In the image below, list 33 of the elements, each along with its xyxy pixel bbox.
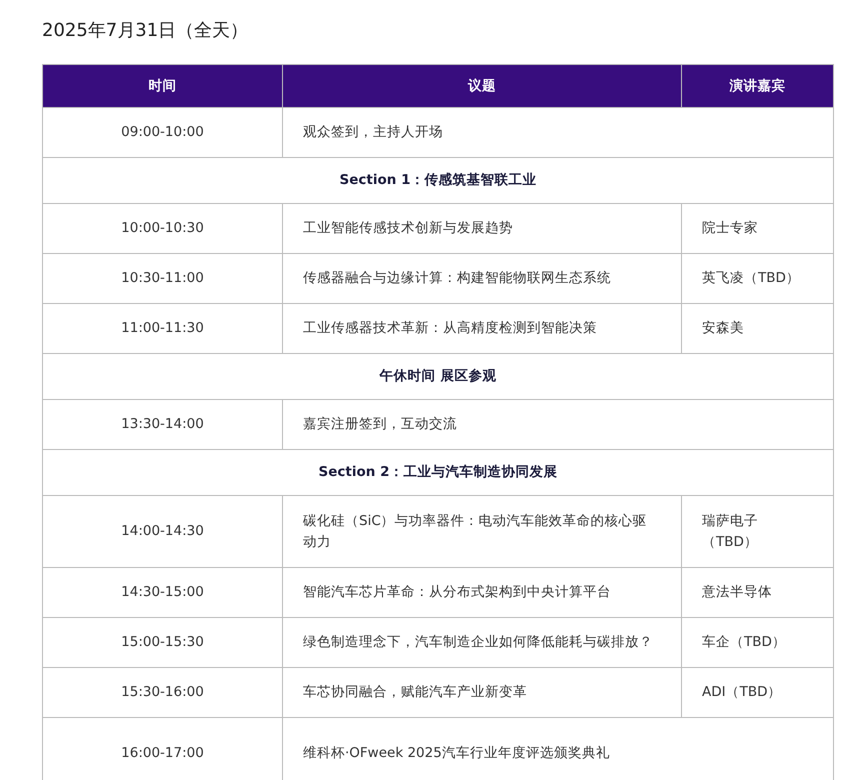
topic-cell: 碳化硅（SiC）与功率器件：电动汽车能效革命的核心驱动力 bbox=[282, 496, 682, 568]
time-cell: 13:30-14:00 bbox=[42, 400, 282, 450]
time-cell: 09:00-10:00 bbox=[42, 108, 282, 158]
topic-cell: 绿色制造理念下，汽车制造企业如何降低能耗与碳排放？ bbox=[282, 618, 682, 668]
time-cell: 10:30-11:00 bbox=[42, 254, 282, 304]
column-header: 演讲嘉宾 bbox=[682, 64, 834, 108]
time-cell: 14:00-14:30 bbox=[42, 496, 282, 568]
time-cell: 15:30-16:00 bbox=[42, 668, 282, 718]
speaker-cell: ADI（TBD） bbox=[682, 668, 834, 718]
column-header: 议题 bbox=[282, 64, 682, 108]
section-header: Section 2：工业与汽车制造协同发展 bbox=[42, 450, 834, 496]
page-title: 2025年7月31日（全天） bbox=[42, 19, 250, 43]
time-cell: 14:30-15:00 bbox=[42, 568, 282, 618]
topic-cell: 车芯协同融合，赋能汽车产业新变革 bbox=[282, 668, 682, 718]
speaker-cell: 安森美 bbox=[682, 304, 834, 354]
topic-cell: 工业智能传感技术创新与发展趋势 bbox=[282, 204, 682, 254]
topic-cell: 智能汽车芯片革命：从分布式架构到中央计算平台 bbox=[282, 568, 682, 618]
topic-cell: 传感器融合与边缘计算：构建智能物联网生态系统 bbox=[282, 254, 682, 304]
topic-cell: 工业传感器技术革新：从高精度检测到智能决策 bbox=[282, 304, 682, 354]
speaker-cell: 瑞萨电子（TBD） bbox=[682, 496, 834, 568]
topic-cell: 观众签到，主持人开场 bbox=[282, 108, 834, 158]
speaker-cell: 车企（TBD） bbox=[682, 618, 834, 668]
speaker-cell: 英飞凌（TBD） bbox=[682, 254, 834, 304]
topic-cell: 嘉宾注册签到，互动交流 bbox=[282, 400, 834, 450]
speaker-cell: 意法半导体 bbox=[682, 568, 834, 618]
section-header: 午休时间 展区参观 bbox=[42, 354, 834, 400]
speaker-cell: 院士专家 bbox=[682, 204, 834, 254]
time-cell: 11:00-11:30 bbox=[42, 304, 282, 354]
time-cell: 10:00-10:30 bbox=[42, 204, 282, 254]
column-header: 时间 bbox=[42, 64, 282, 108]
time-cell: 15:00-15:30 bbox=[42, 618, 282, 668]
section-header: Section 1：传感筑基智联工业 bbox=[42, 158, 834, 204]
time-cell: 16:00-17:00 bbox=[42, 718, 282, 780]
